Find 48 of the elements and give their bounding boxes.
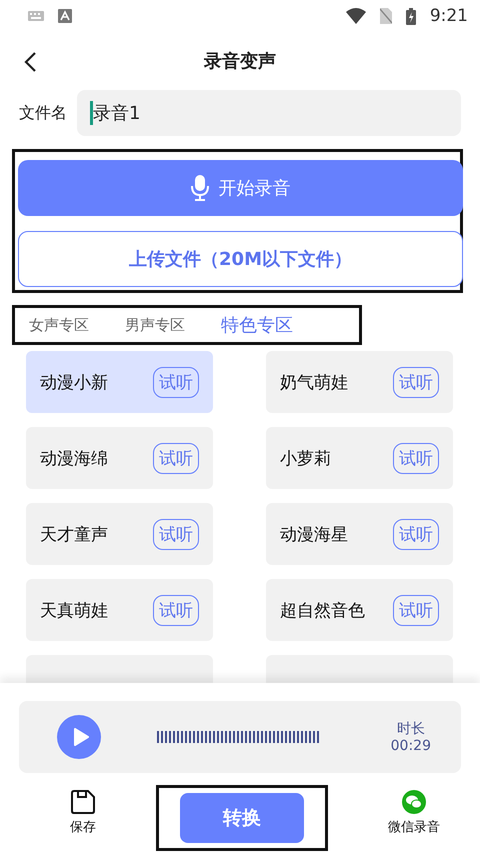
microphone-icon bbox=[190, 175, 208, 201]
no-sim-icon bbox=[380, 8, 392, 24]
play-button[interactable] bbox=[57, 715, 101, 759]
duration-value: 00:29 bbox=[390, 738, 431, 754]
category-tab[interactable]: 特色专区 bbox=[221, 313, 293, 337]
preview-button[interactable]: 试听 bbox=[153, 594, 199, 626]
preview-button[interactable]: 试听 bbox=[393, 442, 439, 474]
voice-name: 小萝莉 bbox=[280, 448, 331, 470]
duration-label: 时长 bbox=[396, 720, 425, 738]
voice-name: 超自然音色 bbox=[280, 600, 365, 622]
voice-card[interactable]: 动漫海星 试听 bbox=[266, 503, 453, 565]
voice-card[interactable]: 天才童声 试听 bbox=[26, 503, 213, 565]
clock-time: 9:21 bbox=[430, 6, 468, 26]
voice-name: 奶气萌娃 bbox=[280, 372, 348, 394]
page-title: 录音变声 bbox=[204, 50, 276, 73]
preview-button[interactable]: 试听 bbox=[153, 442, 199, 474]
category-tab[interactable]: 男声专区 bbox=[125, 316, 185, 334]
voice-card[interactable]: 奶气萌娃 试听 bbox=[266, 351, 453, 413]
voice-name: 天真萌娃 bbox=[40, 600, 108, 622]
file-name-field[interactable]: 录音1 bbox=[77, 90, 461, 136]
voice-name: 动漫海绵 bbox=[40, 448, 108, 470]
preview-button[interactable]: 试听 bbox=[393, 366, 439, 398]
save-button[interactable]: 保存 bbox=[70, 790, 96, 836]
preview-button[interactable]: 试听 bbox=[393, 594, 439, 626]
voice-name: 动漫小新 bbox=[40, 372, 108, 394]
battery-charging-icon bbox=[406, 8, 416, 24]
voice-card[interactable]: 动漫小新 试听 bbox=[26, 351, 213, 413]
preview-button[interactable]: 试听 bbox=[153, 366, 199, 398]
voice-card[interactable]: 超自然音色 试听 bbox=[266, 579, 453, 641]
convert-button[interactable]: 转换 bbox=[180, 793, 304, 843]
field-label: 文件名 bbox=[19, 102, 67, 124]
voice-name: 动漫海星 bbox=[280, 524, 348, 546]
wechat-record-button[interactable]: 微信录音 bbox=[388, 790, 440, 836]
preview-button[interactable]: 试听 bbox=[153, 518, 199, 550]
file-name-field[interactable]: 录音1 bbox=[93, 93, 461, 133]
play-icon bbox=[73, 728, 89, 746]
wifi-icon bbox=[346, 8, 366, 24]
voice-card[interactable]: 小萝莉 试听 bbox=[266, 427, 453, 489]
voice-card[interactable]: 动漫海绵 试听 bbox=[26, 427, 213, 489]
voice-card[interactable]: 天真萌娃 试听 bbox=[26, 579, 213, 641]
record-button[interactable]: 开始录音 bbox=[18, 160, 463, 216]
voice-name: 天才童声 bbox=[40, 524, 108, 546]
keyboard-icon bbox=[28, 11, 44, 21]
preview-button[interactable]: 试听 bbox=[393, 518, 439, 550]
upload-file-button[interactable]: 上传文件（20M以下文件） bbox=[18, 231, 463, 287]
chat-bubbles-icon bbox=[402, 790, 426, 814]
category-tab[interactable]: 女声专区 bbox=[29, 316, 89, 334]
app-notification-icon bbox=[58, 9, 72, 23]
